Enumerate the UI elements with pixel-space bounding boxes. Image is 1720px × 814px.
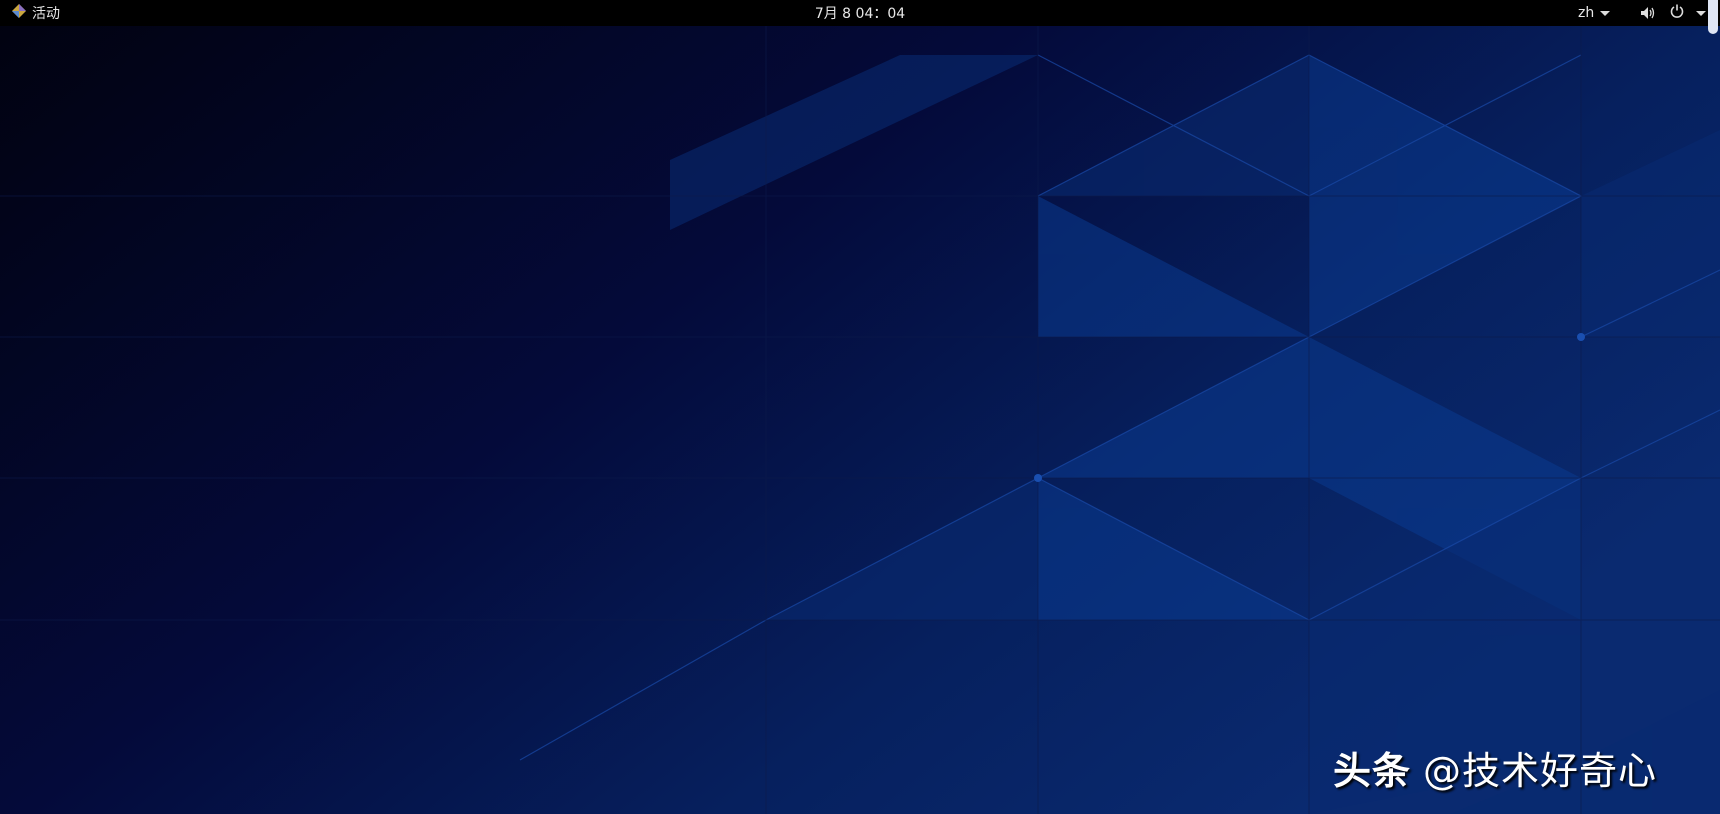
language-selector[interactable]: zh xyxy=(1578,0,1611,26)
watermark: 头条 @技术好奇心 xyxy=(1333,740,1657,795)
power-icon xyxy=(1670,4,1684,22)
caret-down-icon xyxy=(1600,10,1611,16)
clock-menu[interactable]: 7月 8 04：04 xyxy=(815,3,905,23)
activities-button[interactable]: 活动 xyxy=(12,0,60,26)
scroll-handle[interactable] xyxy=(1708,0,1718,34)
watermark-brand: 头条 xyxy=(1333,749,1412,793)
volume-icon[interactable] xyxy=(1640,0,1656,26)
activities-label: 活动 xyxy=(32,6,60,22)
watermark-handle: @技术好奇心 xyxy=(1423,749,1658,793)
desktop-wallpaper xyxy=(0,0,1720,814)
top-bar: 活动 7月 8 04：04 zh xyxy=(0,0,1720,26)
wallpaper-pattern xyxy=(0,0,1720,814)
system-menu-button[interactable] xyxy=(1670,0,1706,26)
caret-down-icon xyxy=(1696,10,1706,16)
language-label: zh xyxy=(1578,5,1595,21)
app-logo-icon xyxy=(12,4,26,22)
